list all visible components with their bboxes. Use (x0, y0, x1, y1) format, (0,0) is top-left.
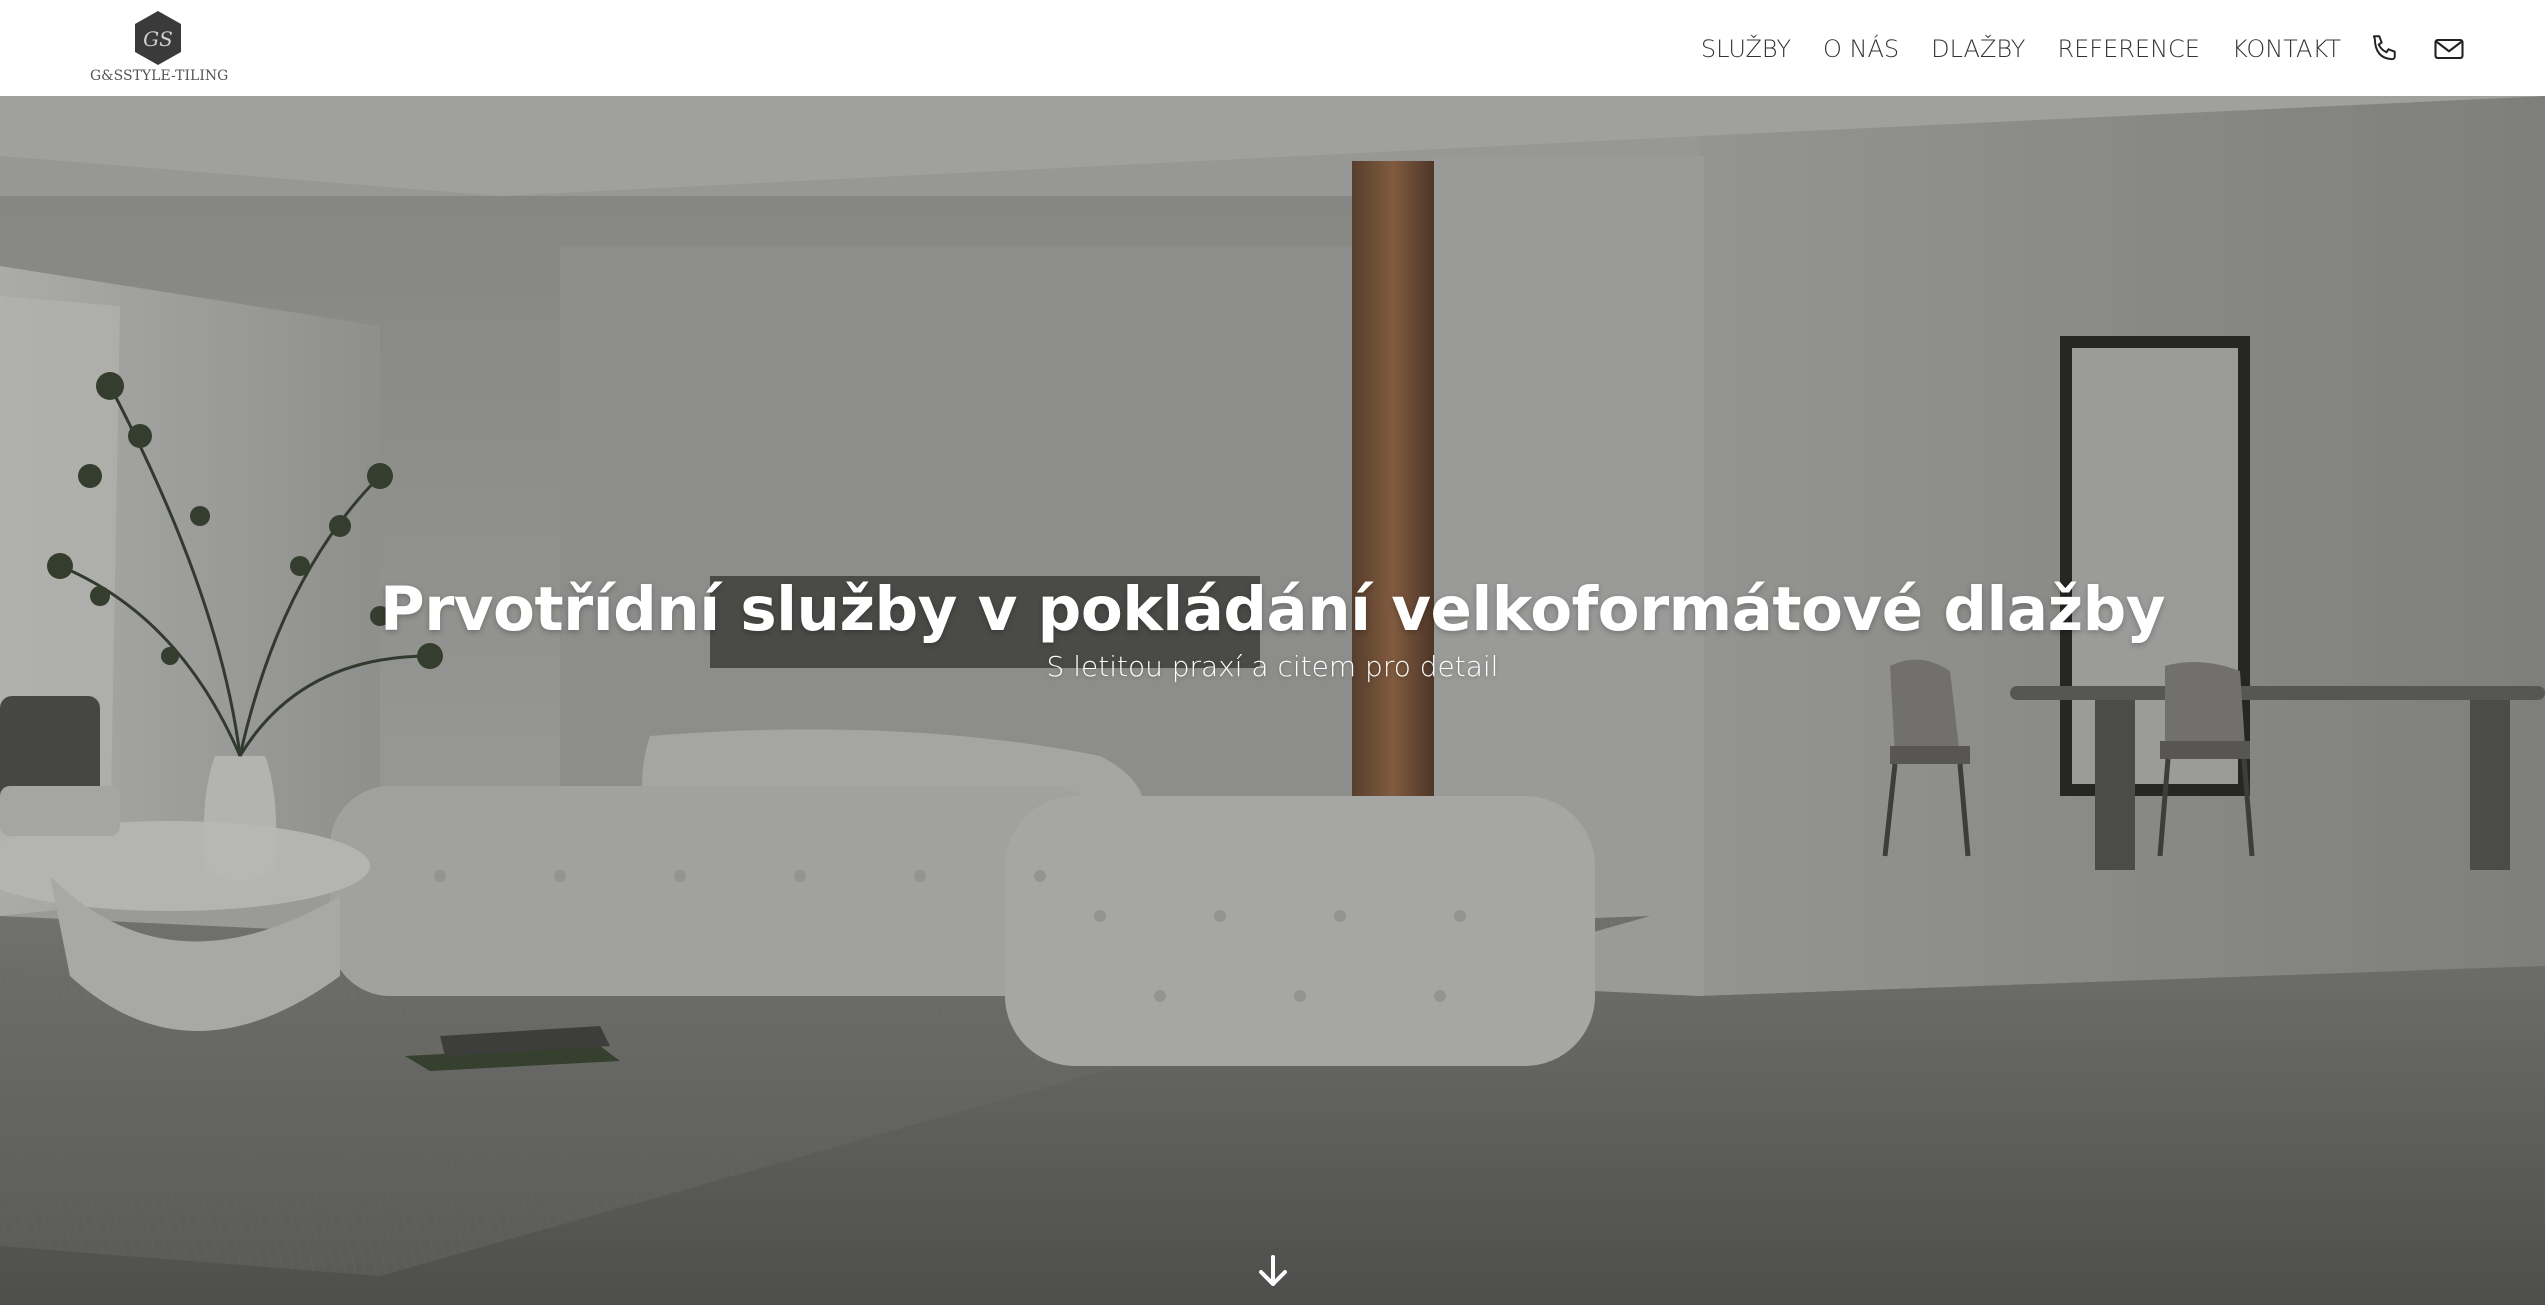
nav-item-kontakt[interactable]: KONTAKT (2232, 35, 2341, 63)
nav-item-dlazby[interactable]: DLAŽBY (1931, 35, 2025, 63)
phone-icon (2372, 35, 2396, 61)
mail-icon (2434, 38, 2464, 60)
arrow-down-icon (1259, 1255, 1287, 1286)
logo-monogram: GS (143, 27, 173, 51)
hero-overlay (0, 96, 2545, 1305)
phone-button[interactable] (2367, 31, 2403, 67)
logo-text: G&SSTYLE-TILING (90, 68, 229, 84)
hero-section: Prvotřídní služby v pokládání velkoformá… (0, 96, 2545, 1305)
hero-subtitle: S letitou praxí a citem pro detail (1046, 650, 1499, 683)
nav-item-o-nas[interactable]: O NÁS (1823, 35, 1899, 63)
logo-hexagon-icon: GS (135, 11, 181, 65)
scroll-down-button[interactable] (1256, 1253, 1290, 1289)
main-nav: SLUŽBY O NÁS DLAŽBY REFERENCE KONTAKT (1701, 28, 2341, 70)
nav-item-reference[interactable]: REFERENCE (2057, 35, 2200, 63)
mail-button[interactable] (2431, 31, 2467, 67)
site-header: GS G&SSTYLE-TILING SLUŽBY O NÁS DLAŽBY R… (0, 0, 2545, 96)
logo-link[interactable]: GS G&SSTYLE-TILING (90, 10, 229, 88)
hero-title: Prvotřídní služby v pokládání velkoformá… (379, 574, 2166, 645)
nav-item-sluzby[interactable]: SLUŽBY (1701, 35, 1791, 63)
